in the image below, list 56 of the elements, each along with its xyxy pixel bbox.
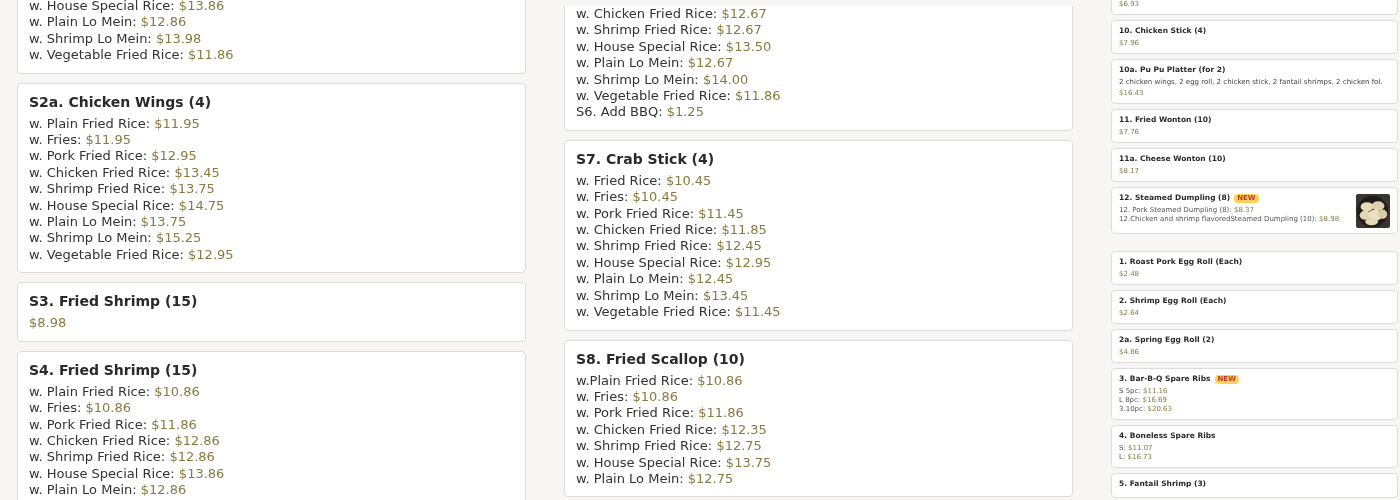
item-title: S4. Fried Shrimp (15)	[29, 360, 198, 380]
price-line: w. Fries: $10.86	[576, 388, 679, 406]
menu-item-card[interactable]: w. House Special Rice: $13.86 w. Plain Lo Mein: $12.86 w. Shrimp Lo Mein: $13.98 w. Vegetable Fried Rice: $11.86	[17, 0, 526, 74]
price-line: w. Chicken Fried Rice: $12.67	[576, 6, 768, 23]
price-line: w. Shrimp Fried Rice: $13.75	[29, 181, 216, 198]
price-line: w. Vegetable Fried Rice: $11.86	[29, 47, 234, 64]
price-line: w. Fries: $10.45	[576, 189, 679, 206]
price-line: w. Vegetable Fried Rice: $11.86	[576, 88, 781, 105]
price-line: w. Shrimp Fried Rice: $12.45	[576, 238, 763, 255]
price-line: w. Shrimp Fried Rice: $12.86	[29, 449, 216, 466]
price-line: w. Fried Rice: $10.45	[576, 172, 713, 190]
price-line: w. Shrimp Lo Mein: $15.25	[29, 230, 203, 247]
menu-item-card[interactable]: S3. Fried Shrimp (15) $8.98	[17, 282, 526, 342]
item-title: S8. Fried Scallop (10)	[576, 349, 745, 369]
item-title: S7. Crab Stick (4)	[576, 149, 715, 169]
item-price: $8.98	[29, 315, 67, 332]
price-line: w. House Special Rice: $13.86	[29, 0, 226, 15]
price-line: S6. Add BBQ: $1.25	[576, 104, 705, 121]
price-line: w. Plain Lo Mein: $12.67	[576, 55, 735, 72]
price-line: w. House Special Rice: $13.86	[29, 465, 225, 483]
price-line: w. Plain Lo Mein: $12.75	[576, 470, 735, 488]
price-line: w. House Special Rice: $13.50	[576, 38, 773, 56]
price-line: w. Plain Lo Mein: $12.45	[576, 271, 735, 288]
price-line: w. House Special Rice: $14.75	[29, 197, 226, 215]
price-line: w. Chicken Fried Rice: $11.85	[576, 222, 768, 239]
price-line: w. Chicken Fried Rice: $12.86	[29, 432, 221, 450]
menu-item-card[interactable]: w. Chicken Fried Rice: $12.67 w. Shrimp Fried Rice: $12.67 w. House Special Rice: $13.50 w. Plain Lo Mein: $12.67 w. Shrimp Lo Mein: $14.00 w. Vegetable Fried Rice: $11.86 S6. Add BBQ: $1.25	[564, 6, 1073, 131]
price-line: w. House Special Rice: $12.95	[576, 254, 773, 272]
menu-item-card[interactable]	[564, 139, 1073, 331]
menu-item-card[interactable]	[17, 82, 526, 274]
price-line: w. Vegetable Fried Rice: $12.95	[29, 246, 234, 264]
menu-item-card[interactable]	[564, 339, 1073, 498]
price-line: w. Shrimp Lo Mein: $13.98	[29, 30, 203, 48]
price-line: w. Pork Fried Rice: $11.86	[29, 416, 198, 433]
price-line: w. Plain Fried Rice: $10.86	[29, 383, 201, 401]
price-line: w. Pork Fried Rice: $11.45	[576, 205, 745, 223]
item-title: S3. Fried Shrimp (15)	[29, 292, 198, 312]
menu-item-card[interactable]	[17, 350, 526, 500]
price-line: w. Plain Fried Rice: $11.95	[29, 115, 201, 133]
price-line: w. Shrimp Lo Mein: $13.45	[576, 287, 750, 305]
price-line: w. Shrimp Lo Mein: $14.00	[576, 71, 750, 89]
price-line: w. House Special Rice: $13.75	[576, 454, 772, 471]
price-line: w. Plain Lo Mein: $12.86	[29, 14, 188, 31]
price-line: w. Chicken Fried Rice: $12.35	[576, 421, 768, 439]
price-line: w. Vegetable Fried Rice: $11.45	[576, 304, 781, 321]
price-line: w.Plain Fried Rice: $10.86	[576, 372, 744, 389]
price-line: w. Fries: $11.95	[29, 132, 132, 149]
price-line: w. Shrimp Fried Rice: $12.75	[576, 438, 763, 455]
item-title: S2a. Chicken Wings (4)	[29, 92, 212, 112]
price-line: w. Plain Lo Mein: $13.75	[29, 214, 188, 231]
price-line: w. Pork Fried Rice: $12.95	[29, 148, 198, 165]
price-line: w. Fries: $10.86	[29, 400, 132, 417]
price-line: w. Chicken Fried Rice: $13.45	[29, 164, 221, 182]
price-line: w. Plain Lo Mein: $12.86	[29, 482, 188, 499]
price-line: w. Shrimp Fried Rice: $12.67	[576, 22, 763, 39]
price-line: w. Pork Fried Rice: $11.86	[576, 405, 745, 422]
